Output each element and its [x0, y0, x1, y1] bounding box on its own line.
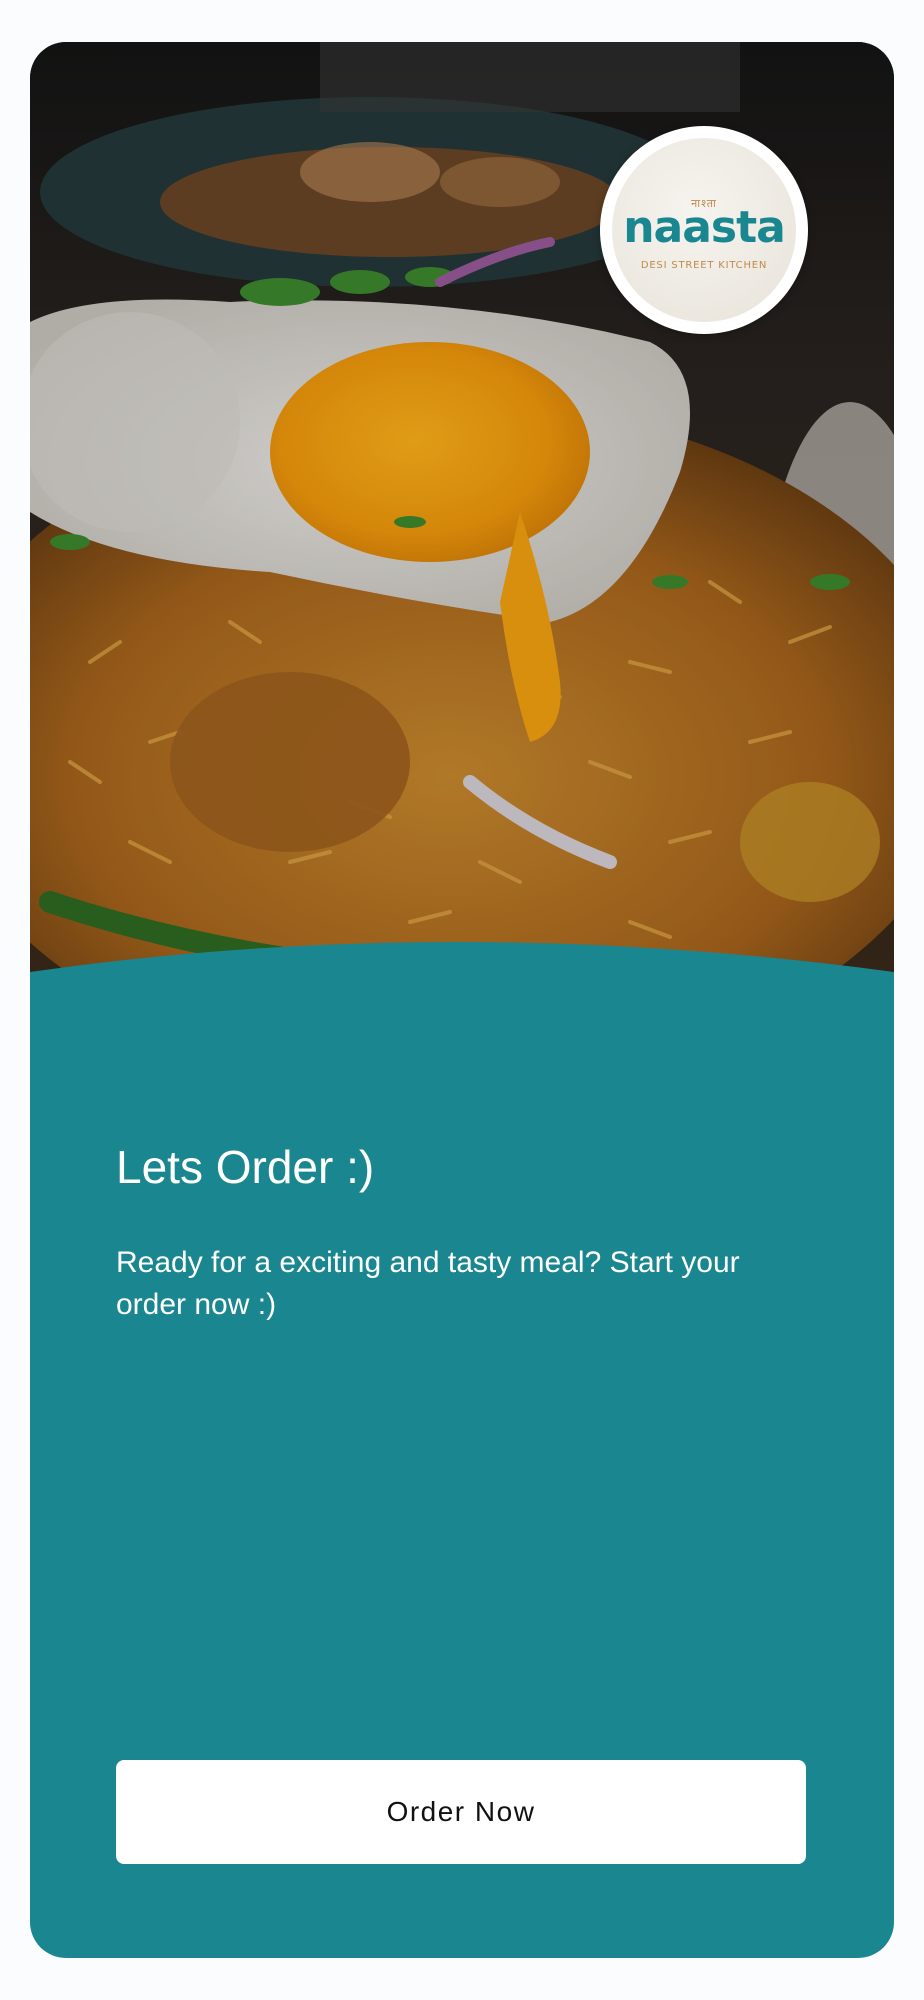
order-now-button[interactable]: Order Now [116, 1760, 806, 1864]
logo-badge: नाश्ता naasta DESI STREET KITCHEN [612, 138, 796, 322]
naasta-logo: नाश्ता naasta DESI STREET KITCHEN [600, 126, 808, 334]
page-subtitle: Ready for a exciting and tasty meal? Sta… [116, 1246, 740, 1321]
page-title: Lets Order :) [116, 1141, 375, 1193]
logo-wordmark: naasta [623, 202, 786, 253]
logo-tagline: DESI STREET KITCHEN [640, 260, 768, 271]
onboarding-card: नाश्ता naasta DESI STREET KITCHEN Lets O… [30, 42, 894, 1958]
